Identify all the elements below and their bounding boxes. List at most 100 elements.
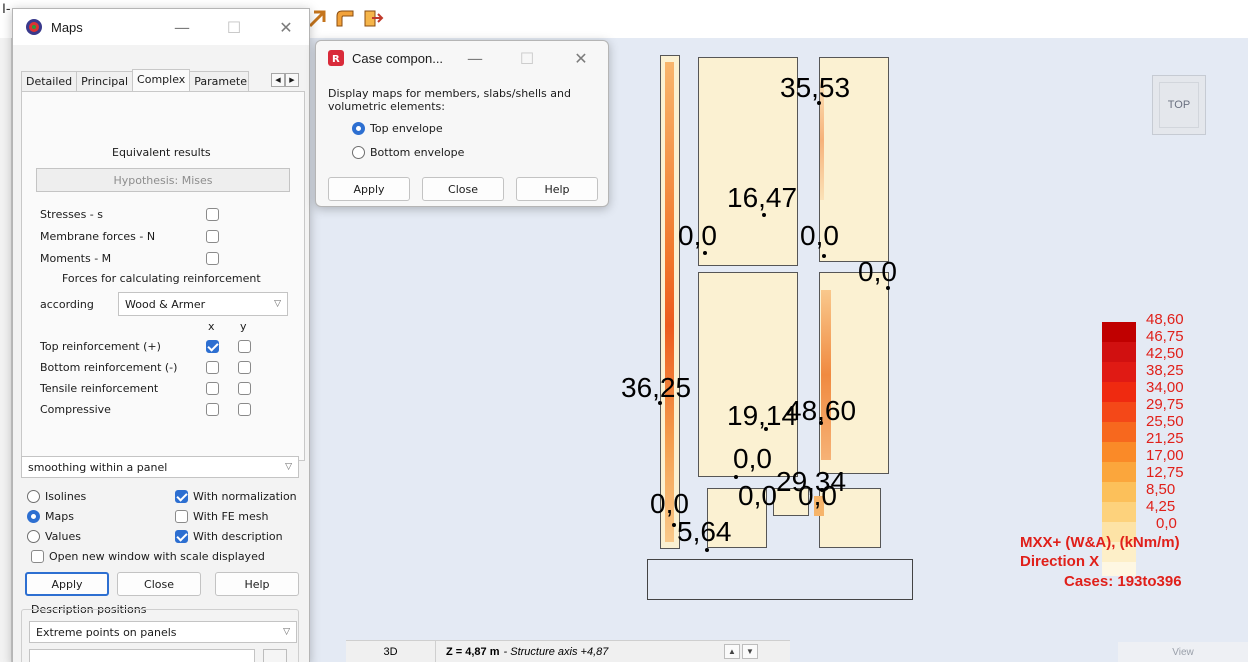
tab-detailed[interactable]: Detailed xyxy=(21,71,78,93)
with-fe-mesh-checkbox[interactable] xyxy=(175,510,188,523)
moments-label: Moments - M xyxy=(40,252,112,265)
apply-button[interactable]: Apply xyxy=(25,572,109,596)
with-normalization-checkbox[interactable] xyxy=(175,490,188,503)
top-envelope-radio[interactable] xyxy=(352,122,365,135)
legend-value: 25,50 xyxy=(1146,413,1184,430)
panel-right-lower-heat xyxy=(821,290,831,460)
according-value: Wood & Armer xyxy=(125,297,206,311)
tool-icon-exit[interactable] xyxy=(362,8,384,28)
chevron-down-icon: ▽ xyxy=(274,299,281,309)
close-button[interactable]: Close xyxy=(117,572,201,596)
legend-swatch xyxy=(1102,322,1136,342)
case-close-window-button[interactable]: ✕ xyxy=(564,41,598,75)
description-positions-select[interactable]: Extreme points on panels ▽ xyxy=(29,621,297,643)
values-label: Values xyxy=(45,530,81,543)
value-label: 0,0 xyxy=(798,480,837,511)
isolines-radio[interactable] xyxy=(27,490,40,503)
tab-principal[interactable]: Principal xyxy=(76,71,134,93)
bottom-reinforcement-label: Bottom reinforcement (-) xyxy=(40,361,178,374)
description-positions-value: Extreme points on panels xyxy=(36,625,177,639)
z-level-value: Z = 4,87 m xyxy=(446,646,500,658)
chevron-down-icon: ▽ xyxy=(285,462,292,472)
help-button[interactable]: Help xyxy=(215,572,299,596)
legend-value: 21,25 xyxy=(1146,430,1184,447)
membrane-forces-label: Membrane forces - N xyxy=(40,230,156,243)
view-cube-face[interactable]: TOP xyxy=(1159,82,1199,128)
legend-swatch xyxy=(1102,502,1136,522)
legend-value: 46,75 xyxy=(1146,328,1184,345)
tab-scroll-left-icon[interactable]: ◀ xyxy=(271,73,285,87)
stresses-checkbox[interactable] xyxy=(206,208,219,221)
legend-value: 0,0 xyxy=(1156,515,1177,532)
chevron-down-icon: ▽ xyxy=(283,627,290,637)
value-label: 48,60 xyxy=(786,395,857,426)
moments-checkbox[interactable] xyxy=(206,252,219,265)
complex-tab-page: Equivalent results Hypothesis: Mises Str… xyxy=(21,91,305,461)
tab-scroll-right-icon[interactable]: ▶ xyxy=(285,73,299,87)
maps-tabs: Detailed Principal Complex Parameter xyxy=(21,69,250,93)
case-help-button[interactable]: Help xyxy=(516,177,598,201)
z-level-axis: - Structure axis +4,87 xyxy=(503,646,609,658)
legend-value: 12,75 xyxy=(1146,464,1184,481)
tensile-reinforcement-y-checkbox[interactable] xyxy=(238,382,251,395)
tensile-reinforcement-x-checkbox[interactable] xyxy=(206,382,219,395)
view-cube[interactable]: TOP xyxy=(1152,75,1206,135)
according-select[interactable]: Wood & Armer ▽ xyxy=(118,292,288,316)
open-new-window-checkbox[interactable] xyxy=(31,550,44,563)
legend-swatch xyxy=(1102,422,1136,442)
legend-value: 8,50 xyxy=(1146,481,1176,498)
top-reinforcement-y-checkbox[interactable] xyxy=(238,340,251,353)
tab-scroll: ◀ ▶ xyxy=(271,73,299,87)
tool-icon-pipe[interactable] xyxy=(334,8,356,28)
legend-swatch xyxy=(1102,342,1136,362)
compressive-x-checkbox[interactable] xyxy=(206,403,219,416)
membrane-forces-checkbox[interactable] xyxy=(206,230,219,243)
legend-value: 29,75 xyxy=(1146,396,1184,413)
hypothesis-button[interactable]: Hypothesis: Mises xyxy=(36,168,290,192)
maps-titlebar[interactable]: Maps xyxy=(13,9,309,45)
bottom-reinforcement-x-checkbox[interactable] xyxy=(206,361,219,374)
column-y-header: y xyxy=(240,320,247,333)
values-radio[interactable] xyxy=(27,530,40,543)
legend-value: 42,50 xyxy=(1146,345,1184,362)
marker-dot xyxy=(762,213,766,217)
case-maximize-button[interactable]: ☐ xyxy=(510,41,544,75)
marker-dot xyxy=(705,548,709,552)
minimize-button[interactable]: — xyxy=(165,9,199,45)
view-button[interactable]: View xyxy=(1118,642,1248,662)
case-apply-button[interactable]: Apply xyxy=(328,177,410,201)
case-minimize-button[interactable]: — xyxy=(458,41,492,75)
bottom-envelope-radio[interactable] xyxy=(352,146,365,159)
z-level-arrows: ▲ ▼ xyxy=(724,644,758,659)
bottom-reinforcement-y-checkbox[interactable] xyxy=(238,361,251,374)
level-up-button[interactable]: ▲ xyxy=(724,644,740,659)
compressive-y-checkbox[interactable] xyxy=(238,403,251,416)
view-mode-3d[interactable]: 3D xyxy=(346,641,436,662)
smoothing-select[interactable]: smoothing within a panel ▽ xyxy=(21,456,299,478)
top-envelope-label: Top envelope xyxy=(370,122,443,135)
case-close-button[interactable]: Close xyxy=(422,177,504,201)
close-window-button[interactable]: ✕ xyxy=(269,9,303,45)
legend-caption-direction: Direction X xyxy=(1020,553,1100,570)
tab-complex[interactable]: Complex xyxy=(132,69,191,91)
isolines-label: Isolines xyxy=(45,490,87,503)
value-label: 5,64 xyxy=(677,516,732,547)
tab-parameters[interactable]: Parameter xyxy=(189,71,250,93)
left-toolbar-edge xyxy=(0,38,12,662)
level-down-button[interactable]: ▼ xyxy=(742,644,758,659)
value-label: 16,47 xyxy=(727,182,798,213)
value-label: 0,0 xyxy=(738,480,777,511)
tensile-reinforcement-label: Tensile reinforcement xyxy=(40,382,159,395)
legend-value: 38,25 xyxy=(1146,362,1184,379)
maximize-button[interactable]: ☐ xyxy=(217,9,251,45)
legend-swatch xyxy=(1102,442,1136,462)
with-description-checkbox[interactable] xyxy=(175,530,188,543)
top-reinforcement-x-checkbox[interactable] xyxy=(206,340,219,353)
maps-radio[interactable] xyxy=(27,510,40,523)
description-options-button[interactable] xyxy=(263,649,287,662)
description-text-input[interactable] xyxy=(29,649,255,662)
compressive-label: Compressive xyxy=(40,403,111,416)
value-label: 0,0 xyxy=(678,220,717,251)
z-level-readout[interactable]: Z = 4,87 m- Structure axis +4,87 xyxy=(440,641,720,662)
equivalent-results-label: Equivalent results xyxy=(112,146,211,159)
